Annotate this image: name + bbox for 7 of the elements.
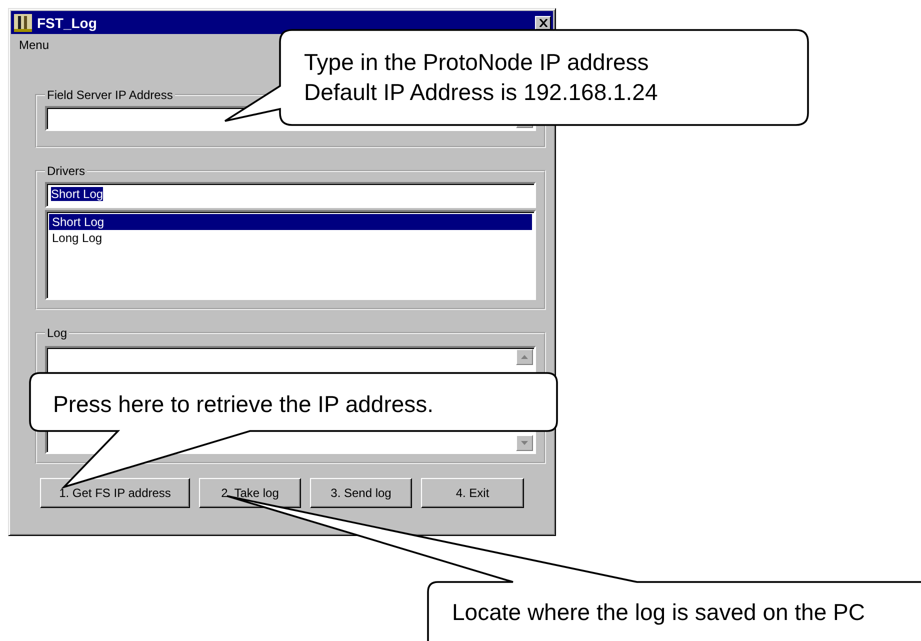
window-title: FST_Log (37, 14, 98, 30)
group-label: Log (46, 326, 68, 340)
group-label: Drivers (46, 164, 86, 178)
callout-tooltip-text: Type in the ProtoNode IP address Default IP Address is 192.168.1.24 (304, 48, 658, 107)
callout-tooltip-text: Locate where the log is saved on the PC (452, 598, 865, 627)
group-label: Field Server IP Address (46, 88, 174, 102)
callout-tooltip-text: Press here to retrieve the IP address. (53, 390, 434, 419)
